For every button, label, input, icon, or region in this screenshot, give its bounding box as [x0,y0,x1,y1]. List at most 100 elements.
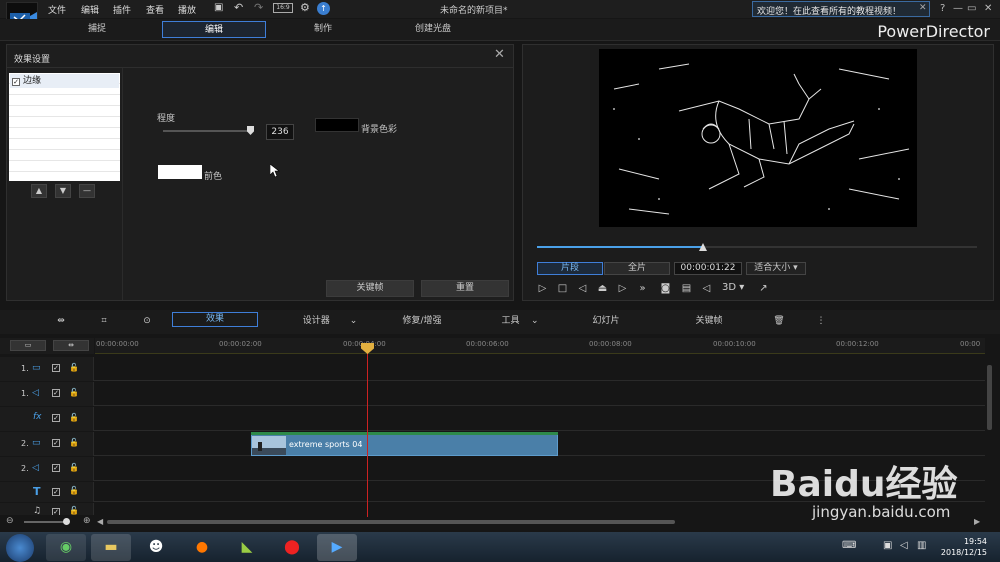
keyframe-tool-button[interactable]: 关键帧 [687,313,731,329]
tab-create-disc[interactable]: 创建光盘 [381,21,485,38]
stop-icon[interactable]: □ [556,282,569,295]
subtitle-icon[interactable]: ▤ [680,282,693,295]
play-icon[interactable]: ▷ [536,282,549,295]
degree-label: 程度 [157,114,176,124]
slideshow-button[interactable]: 幻灯片 [584,313,628,329]
more-icon[interactable]: ⋮ [812,313,830,329]
effect-panel-header [7,46,513,68]
effect-checkbox[interactable]: ✓ [12,78,20,86]
lock-icon[interactable]: 🔓 [69,463,79,472]
track-enable-checkbox[interactable]: ✓ [52,364,60,372]
menu-plugins[interactable]: 插件 [113,3,131,16]
tab-edit[interactable]: 编辑 [162,21,266,38]
powerdirector-taskbar-icon[interactable]: ▶ [317,534,357,561]
camtasia-icon[interactable]: ◣ [227,534,267,561]
fast-forward-icon[interactable]: » [636,282,649,295]
close-window-button[interactable]: ✕ [984,3,992,14]
effect-tool-button[interactable]: 效果 [172,312,258,327]
keyboard-icon[interactable]: ⌨ [842,540,856,551]
redo-icon[interactable]: ↷ [254,1,263,14]
track-enable-checkbox[interactable]: ✓ [52,488,60,496]
lock-icon[interactable]: 🔓 [69,413,79,422]
storyboard-view-icon[interactable]: ▭ [10,340,46,351]
track-enable-checkbox[interactable]: ✓ [52,508,60,515]
menu-edit[interactable]: 编辑 [81,3,99,16]
keyframe-button[interactable]: 关键帧 [326,280,414,297]
menu-view[interactable]: 查看 [146,3,164,16]
ruler-tick: 00:00:08:00 [589,340,632,348]
gear-icon[interactable]: ⚙ [300,1,310,14]
next-frame-icon[interactable]: ▷ [616,282,629,295]
close-icon[interactable]: ✕ [494,47,505,62]
move-down-button[interactable]: ▼ [55,184,71,198]
split-icon[interactable]: ⇹ [52,313,70,329]
zoom-slider[interactable] [24,521,68,523]
undock-icon[interactable]: ↗ [757,282,770,295]
foreground-color-swatch[interactable] [158,165,202,179]
scroll-right-icon[interactable]: ▶ [974,517,980,526]
upgrade-icon[interactable]: ↑ [317,2,330,15]
timecode-display[interactable]: 00:00:01:22 [674,262,742,275]
horizontal-scrollbar[interactable] [107,520,675,524]
firefox-icon[interactable]: ● [182,534,222,561]
lock-icon[interactable]: 🔓 [69,438,79,447]
system-clock[interactable]: 19:54 2018/12/15 [935,536,987,558]
mark-icon[interactable]: ⏏ [596,282,609,295]
start-button[interactable] [6,534,34,562]
lock-icon[interactable]: 🔓 [69,388,79,397]
menu-file[interactable]: 文件 [48,3,66,16]
snapshot-icon[interactable]: ◙ [659,282,672,295]
menu-play[interactable]: 播放 [178,3,196,16]
3d-mode-button[interactable]: 3D ▾ [722,282,744,293]
undo-icon[interactable]: ↶ [234,1,243,14]
lock-icon[interactable]: 🔓 [69,363,79,372]
background-color-swatch[interactable] [315,118,359,132]
zoom-out-icon[interactable]: ⊖ [6,516,14,526]
tab-capture[interactable]: 捕捉 [45,21,149,38]
dropdown-icon[interactable]: ⊙ [138,313,156,329]
tab-produce[interactable]: 制作 [271,21,375,38]
tab-clip-mode[interactable]: 片段 [537,262,603,275]
close-icon[interactable]: ✕ [919,3,927,13]
restore-button[interactable]: ▭ [967,3,976,14]
zoom-in-icon[interactable]: ⊕ [83,516,91,526]
network-icon[interactable]: ▥ [917,540,926,551]
aspect-ratio-icon[interactable]: 16:9 [273,3,293,13]
volume-icon[interactable]: ◁ [700,282,713,295]
tools-menu[interactable]: 工具 ⌄ [490,313,550,329]
effect-list-item[interactable]: ✓ 边缘 [10,74,119,88]
vertical-scrollbar[interactable] [987,365,992,430]
reset-button[interactable]: 重置 [421,280,509,297]
app-360-icon[interactable]: ◉ [46,534,86,561]
track-enable-checkbox[interactable]: ✓ [52,464,60,472]
file-explorer-icon[interactable]: ▬ [91,534,131,561]
lock-icon[interactable]: 🔓 [69,486,79,495]
degree-value-field[interactable]: 236 [266,124,294,140]
zoom-fit-select[interactable]: 适合大小 ▾ [746,262,806,275]
zoom-slider-handle[interactable] [63,518,70,525]
lock-icon[interactable]: 🔓 [69,506,79,515]
volume-tray-icon[interactable]: ◁ [900,540,908,551]
track-enable-checkbox[interactable]: ✓ [52,389,60,397]
track-enable-checkbox[interactable]: ✓ [52,439,60,447]
recorder-icon[interactable]: ⬤ [272,534,312,561]
help-button[interactable]: ? [940,3,945,14]
minimize-button[interactable]: — [953,3,963,14]
qq-icon[interactable]: ☻ [136,534,176,561]
track-enable-checkbox[interactable]: ✓ [52,414,60,422]
tray-icon[interactable]: ▣ [883,540,892,551]
move-up-button[interactable]: ▲ [31,184,47,198]
crop-icon[interactable]: ⌗ [95,313,113,329]
fit-timeline-icon[interactable]: ⇹ [53,340,89,351]
tab-movie-mode[interactable]: 全片 [604,262,670,275]
degree-slider-track[interactable] [163,130,253,132]
scroll-left-icon[interactable]: ◀ [97,517,103,526]
clock-date: 2018/12/15 [940,548,987,557]
save-icon[interactable]: ▣ [214,2,223,13]
fix-enhance-button[interactable]: 修复/增强 [392,313,452,329]
remove-button[interactable]: — [79,184,95,198]
designer-menu[interactable]: 设计器 ⌄ [290,313,370,329]
previous-frame-icon[interactable]: ◁ [576,282,589,295]
trash-icon[interactable]: 🗑 [770,313,788,329]
welcome-banner[interactable]: 欢迎您！在此查看所有的教程视频！ [752,1,930,17]
